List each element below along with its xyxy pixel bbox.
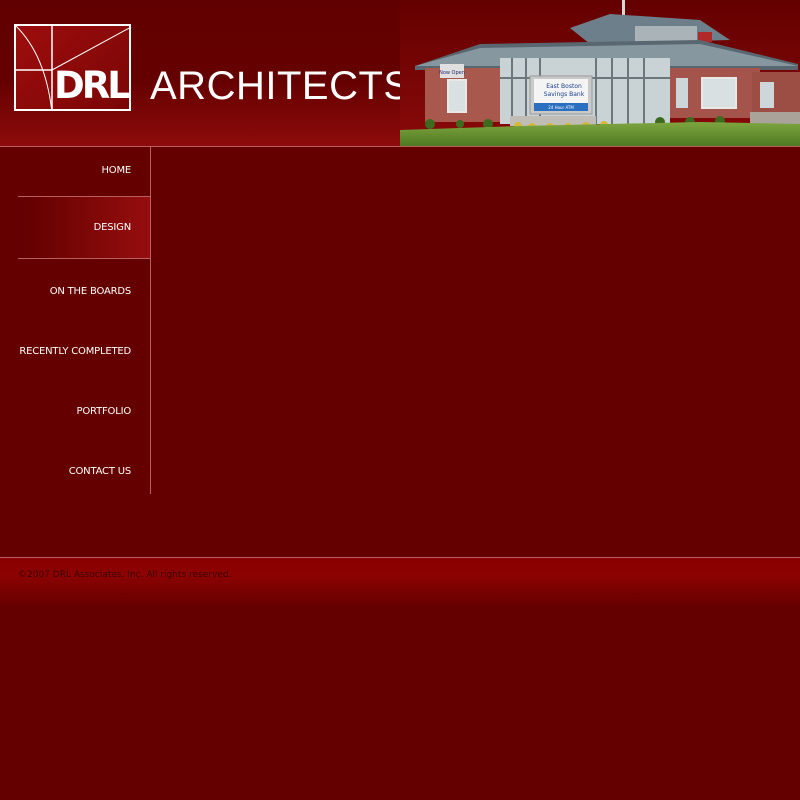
- bank-building-image: Now Open East Boston Savings Bank 24 Hou…: [400, 0, 800, 146]
- drl-logo[interactable]: DRL: [14, 24, 131, 111]
- nav-divider: [150, 147, 151, 494]
- nav-item-portfolio[interactable]: PORTFOLIO: [0, 381, 150, 441]
- copyright-text: ©2007 DRL Associates, Inc. All rights re…: [18, 570, 232, 580]
- banner-text: Now Open: [439, 70, 465, 76]
- nav-item-home[interactable]: HOME: [0, 140, 150, 200]
- brand-name: ARCHITECTS: [150, 64, 411, 108]
- nav-item-design[interactable]: DESIGN: [18, 196, 150, 259]
- nav-item-contact-us[interactable]: CONTACT US: [0, 441, 150, 501]
- site-footer: [0, 558, 800, 608]
- sign-line-1: East Boston: [546, 83, 582, 90]
- hero-photo: Now Open East Boston Savings Bank 24 Hou…: [400, 0, 800, 146]
- logo-text: DRL: [54, 64, 129, 107]
- sign-line-3: 24 Hour ATM: [548, 105, 574, 110]
- sign-line-2: Savings Bank: [544, 91, 585, 98]
- nav-item-on-the-boards[interactable]: ON THE BOARDS: [0, 261, 150, 321]
- nav-item-recently-completed[interactable]: RECENTLY COMPLETED: [0, 321, 150, 381]
